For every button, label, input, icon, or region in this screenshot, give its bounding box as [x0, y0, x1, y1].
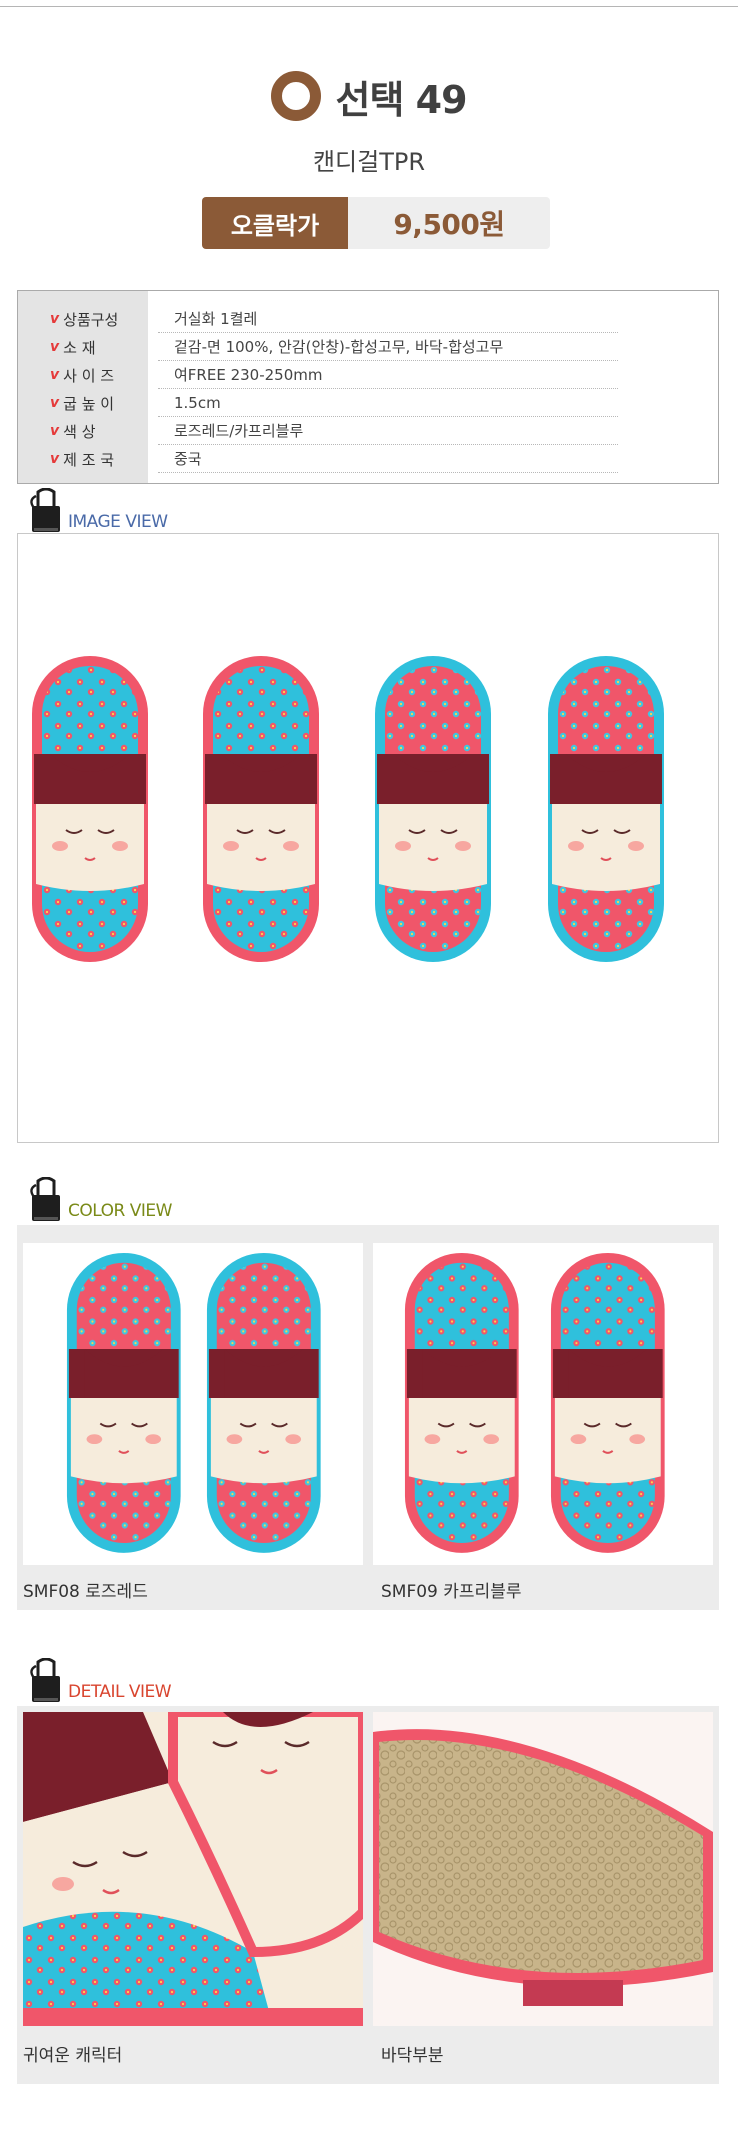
detail-image-sole	[373, 1712, 713, 2026]
detail-view-header: DETAIL VIEW	[26, 1658, 172, 1704]
binder-clip-icon	[29, 1177, 62, 1223]
check-icon: v	[50, 423, 60, 439]
slippers-group-image	[31, 655, 665, 963]
detail-image-character	[23, 1712, 363, 2026]
image-view-frame	[17, 533, 719, 1143]
check-icon: v	[50, 395, 60, 411]
color-image-rose	[23, 1243, 363, 1565]
spec-value: 여FREE 230-250mm	[158, 361, 618, 389]
character-closeup-image	[23, 1712, 363, 2026]
spec-row: v색 상 로즈레드/카프리블루	[18, 417, 718, 445]
price-value: 9,500원	[348, 197, 550, 249]
image-view-title: IMAGE VIEW	[68, 512, 168, 532]
spec-row: v소 재 겉감-면 100%, 안감(안창)-합성고무, 바닥-합성고무	[18, 333, 718, 361]
price-box: 오클락가 9,500원	[202, 197, 550, 249]
spec-key: v색 상	[50, 422, 96, 441]
spec-row: v사 이 즈 여FREE 230-250mm	[18, 361, 718, 389]
image-view-header: IMAGE VIEW	[26, 488, 168, 534]
spec-key: v사 이 즈	[50, 366, 115, 385]
binder-clip-icon	[29, 488, 62, 534]
color-view-title: COLOR VIEW	[68, 1201, 172, 1221]
detail-view-title: DETAIL VIEW	[68, 1682, 172, 1702]
product-subtitle: 캔디걸TPR	[312, 148, 426, 176]
detail-caption-character: 귀여운 캐릭터	[23, 2046, 123, 2066]
price-label: 오클락가	[202, 197, 348, 249]
product-title: 선택 49	[335, 77, 467, 122]
detail-caption-sole: 바닥부분	[381, 2046, 444, 2066]
check-icon: v	[50, 311, 60, 327]
spec-key: v 상품구성	[50, 310, 119, 329]
check-icon: v	[50, 451, 60, 467]
spec-key: v제 조 국	[50, 450, 115, 469]
spec-value: 1.5cm	[158, 389, 618, 417]
binder-clip-icon	[29, 1658, 62, 1704]
sole-closeup-image	[373, 1712, 713, 2026]
spec-value: 거실화 1켤레	[158, 305, 618, 333]
color-caption-rose: SMF08 로즈레드	[23, 1582, 148, 1602]
spec-value: 로즈레드/카프리블루	[158, 417, 618, 445]
spec-table: v 상품구성 거실화 1켤레 v소 재 겉감-면 100%, 안감(안창)-합성고…	[17, 290, 719, 484]
slipper-blue-image	[403, 1251, 666, 1554]
spec-row: v굽 높 이 1.5cm	[18, 389, 718, 417]
spec-row: v제 조 국 중국	[18, 445, 718, 473]
color-view-header: COLOR VIEW	[26, 1177, 172, 1223]
product-title-row: 선택 49	[0, 66, 738, 126]
top-divider	[0, 6, 738, 7]
spec-row: v 상품구성 거실화 1켤레	[18, 305, 718, 333]
spec-key: v소 재	[50, 338, 96, 357]
check-icon: v	[50, 367, 60, 383]
slipper-rose-image	[65, 1251, 322, 1554]
spec-value: 중국	[158, 445, 618, 473]
color-caption-blue: SMF09 카프리블루	[381, 1582, 522, 1602]
spec-key: v굽 높 이	[50, 394, 115, 413]
circle-icon	[271, 71, 322, 121]
spec-value: 겉감-면 100%, 안감(안창)-합성고무, 바닥-합성고무	[158, 333, 618, 361]
check-icon: v	[50, 339, 60, 355]
color-image-blue	[373, 1243, 713, 1565]
